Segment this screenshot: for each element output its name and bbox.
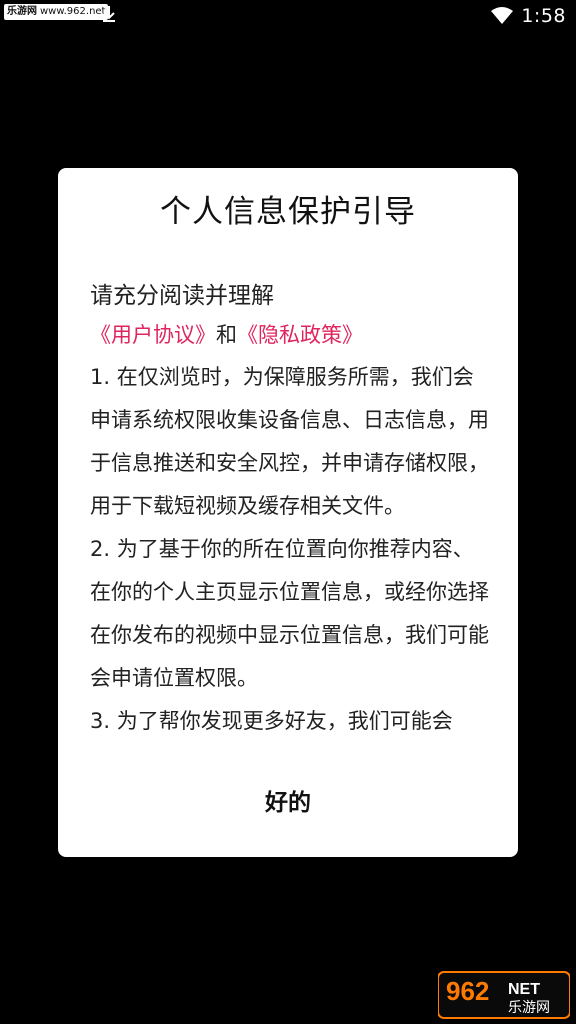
watermark-badge: 乐游网 www.962.net: [4, 4, 109, 20]
status-bar: 乐游网 www.962.net 1:58: [0, 0, 576, 32]
status-right: 1:58: [491, 4, 566, 28]
dialog-body[interactable]: 请充分阅读并理解 《用户协议》和《隐私政策》 1. 在仅浏览时，为保障服务所需，…: [90, 278, 490, 756]
privacy-dialog: 个人信息保护引导 请充分阅读并理解 《用户协议》和《隐私政策》 1. 在仅浏览时…: [58, 168, 518, 857]
ok-button[interactable]: 好的: [58, 778, 518, 828]
dialog-title: 个人信息保护引导: [160, 194, 416, 230]
paragraph-1: 1. 在仅浏览时，为保障服务所需，我们会 申请系统权限收集设备信息、日志信息，用…: [90, 365, 489, 518]
screen: 乐游网 www.962.net 1:58 个人信息保护引导 请充分阅读并理解 《…: [0, 0, 576, 1024]
privacy-policy-link[interactable]: 《隐私政策》: [237, 323, 363, 347]
paragraph-2: 2. 为了基于你的所在位置向你推荐内容、在你的个人主页显示位置信息，或经你选择在…: [90, 537, 489, 690]
paragraph-3: 3. 为了帮你发现更多好友，我们可能会: [90, 709, 453, 733]
watermark-site: 乐游网: [7, 6, 37, 17]
svg-text:乐游网: 乐游网: [508, 1000, 550, 1016]
intro-text: 请充分阅读并理解: [90, 283, 274, 309]
clock: 1:58: [521, 5, 566, 27]
user-agreement-link[interactable]: 《用户协议》: [90, 323, 216, 347]
svg-text:962: 962: [446, 976, 489, 1006]
links-line: 《用户协议》和《隐私政策》: [90, 314, 490, 356]
download-icon: [103, 6, 115, 22]
962-logo: 962 NET 乐游网: [438, 971, 570, 1019]
wifi-icon: [491, 7, 514, 24]
and-text: 和: [216, 323, 237, 347]
watermark-url: www.962.net: [40, 6, 106, 17]
svg-text:NET: NET: [508, 981, 540, 998]
